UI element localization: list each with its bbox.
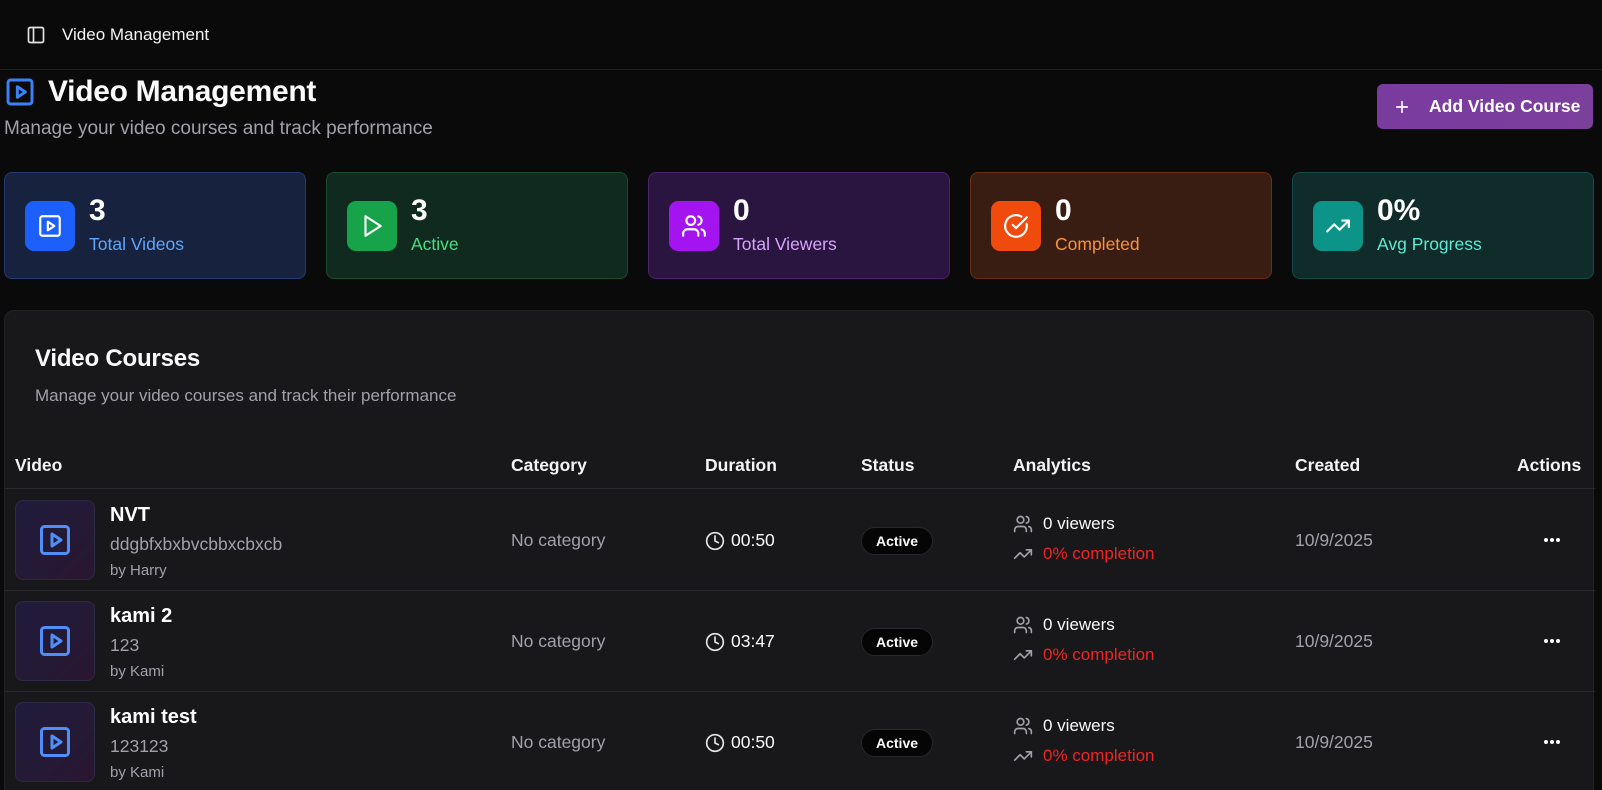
completion-rate: 0% completion [1043, 645, 1155, 664]
add-video-course-label: Add Video Course [1429, 96, 1581, 116]
panel-subtitle: Manage your video courses and track thei… [35, 386, 457, 405]
video-description: 123 [110, 635, 140, 655]
stat-card-total-videos: 3 Total Videos [4, 172, 306, 279]
clock-icon [705, 531, 725, 550]
viewers-count: 0 viewers [1043, 514, 1115, 533]
page-header: Video Management Manage your video cours… [4, 72, 433, 140]
video-duration: 00:50 [705, 732, 775, 753]
created-date: 10/9/2025 [1295, 631, 1373, 651]
video-category: No category [511, 631, 606, 651]
play-square-icon [40, 626, 70, 656]
video-duration: 03:47 [705, 631, 775, 652]
duration-value: 03:47 [731, 631, 775, 651]
viewers-count: 0 viewers [1043, 716, 1115, 735]
stat-label: Active [411, 234, 459, 254]
video-title[interactable]: kami test [110, 706, 197, 729]
trending-up-icon [1313, 200, 1363, 251]
analytics-completion: 0% completion [1013, 645, 1155, 665]
stat-label: Total Viewers [733, 234, 837, 254]
clock-icon [705, 733, 725, 752]
top-bar: Video Management [0, 0, 1602, 70]
stat-value: 3 [411, 194, 428, 227]
users-icon [1013, 515, 1033, 533]
clock-icon [705, 632, 725, 651]
more-actions-icon[interactable] [1539, 528, 1565, 552]
completion-rate: 0% completion [1043, 544, 1155, 563]
check-circle-icon [991, 200, 1041, 251]
video-thumbnail[interactable] [15, 500, 95, 580]
trending-up-icon [1013, 650, 1033, 660]
page-title: Video Management [48, 75, 317, 108]
play-square-icon [25, 200, 75, 251]
analytics-completion: 0% completion [1013, 746, 1155, 766]
play-square-icon [40, 727, 70, 757]
stat-value: 0 [733, 194, 750, 227]
duration-value: 00:50 [731, 732, 775, 752]
play-square-icon [6, 78, 34, 106]
stats-row: 3 Total Videos 3 Active 0 Total Viewers … [4, 172, 1594, 279]
add-video-course-button[interactable]: Add Video Course [1377, 84, 1593, 129]
column-header-created[interactable]: Created [1295, 455, 1360, 476]
video-author: by Harry [110, 562, 167, 579]
analytics-viewers: 0 viewers [1013, 615, 1115, 635]
video-category: No category [511, 530, 606, 550]
video-category: No category [511, 732, 606, 752]
stat-value: 0% [1377, 194, 1421, 227]
video-title[interactable]: NVT [110, 504, 150, 527]
analytics-completion: 0% completion [1013, 544, 1155, 564]
column-header-actions: Actions [1517, 455, 1582, 475]
created-date: 10/9/2025 [1295, 530, 1373, 550]
video-description: 123123 [110, 736, 169, 756]
stat-label: Avg Progress [1377, 234, 1482, 254]
video-courses-panel: Video Courses Manage your video courses … [4, 310, 1595, 790]
breadcrumb: Video Management [62, 24, 210, 44]
video-title[interactable]: kami 2 [110, 605, 172, 628]
column-header-video[interactable]: Video [15, 455, 62, 476]
stat-label: Total Videos [89, 234, 185, 254]
stat-card-active: 3 Active [326, 172, 628, 279]
created-date: 10/9/2025 [1295, 732, 1373, 752]
more-actions-icon[interactable] [1539, 730, 1565, 754]
trending-up-icon [1013, 751, 1033, 761]
panel-title: Video Courses [35, 345, 201, 372]
stat-label: Completed [1055, 234, 1140, 254]
video-author: by Kami [110, 663, 165, 680]
users-icon [1013, 616, 1033, 634]
completion-rate: 0% completion [1043, 746, 1155, 765]
stat-card-avg-progress: 0% Avg Progress [1292, 172, 1594, 279]
stat-value: 3 [89, 194, 106, 227]
video-author: by Kami [110, 764, 165, 781]
table-row[interactable]: NVT ddgbfxbxbvcbbxcbxcb by Harry No cate… [5, 490, 1595, 591]
sidebar-toggle-icon[interactable] [24, 23, 48, 47]
table-row[interactable]: kami 2 123 by Kami No category 03:47 Act… [5, 591, 1595, 692]
video-thumbnail[interactable] [15, 601, 95, 681]
play-icon [347, 200, 397, 251]
table-header: Video Category Duration Status Analytics… [5, 441, 1595, 489]
status-badge: Active [861, 527, 934, 555]
status-badge: Active [861, 729, 934, 757]
duration-value: 00:50 [731, 530, 775, 550]
status-badge: Active [861, 628, 934, 656]
video-description: ddgbfxbxbvcbbxcbxcb [110, 534, 283, 554]
column-header-analytics[interactable]: Analytics [1013, 455, 1091, 476]
page-subtitle: Manage your video courses and track perf… [4, 118, 433, 139]
analytics-viewers: 0 viewers [1013, 514, 1115, 534]
trending-up-icon [1013, 549, 1033, 559]
play-square-icon [40, 525, 70, 555]
stat-card-total-viewers: 0 Total Viewers [648, 172, 950, 279]
viewers-count: 0 viewers [1043, 615, 1115, 634]
users-icon [1013, 717, 1033, 735]
analytics-viewers: 0 viewers [1013, 716, 1115, 736]
stat-value: 0 [1055, 194, 1072, 227]
column-header-category[interactable]: Category [511, 455, 587, 476]
video-thumbnail[interactable] [15, 702, 95, 782]
plus-icon [1395, 100, 1409, 113]
column-header-status[interactable]: Status [861, 455, 914, 476]
video-duration: 00:50 [705, 530, 775, 551]
more-actions-icon[interactable] [1539, 629, 1565, 653]
stat-card-completed: 0 Completed [970, 172, 1272, 279]
column-header-duration[interactable]: Duration [705, 455, 777, 476]
users-icon [669, 200, 719, 251]
table-row[interactable]: kami test 123123 by Kami No category 00:… [5, 692, 1595, 790]
